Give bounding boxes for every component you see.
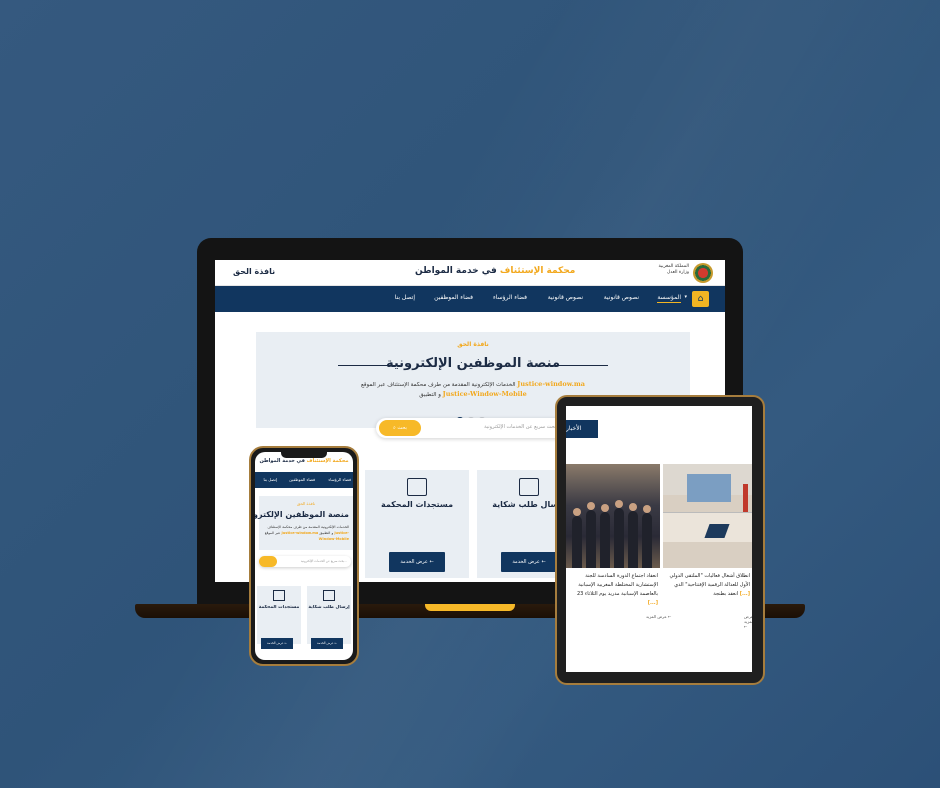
site-title-highlight: محكمة الإستئناف — [499, 266, 576, 276]
phone-nav: فضاء الرؤساء فضاء الموظفين إتصل بنا — [255, 472, 353, 488]
nav-item-institution[interactable]: المؤسسة — [657, 294, 681, 303]
news-section-tag: الأخبار — [566, 420, 598, 438]
phone-hero-title: منصة الموظفين الإلكترونية — [255, 510, 349, 519]
tablet-camera — [638, 398, 668, 413]
phone-card-complaint: إرسال طلب شكاية عرض الخدمة ← — [307, 586, 351, 649]
news-photo-conference[interactable] — [663, 464, 752, 568]
phone-title-highlight: محكمة الإستئناف — [306, 458, 349, 464]
hero-desc-and: و التطبيق — [419, 392, 441, 398]
hero-desc-text: الخدمات الإلكترونية المقدمة من طرف محكمة… — [361, 382, 516, 388]
phone-desc-and: و التطبيق — [319, 531, 334, 535]
title-rule-right — [546, 365, 608, 366]
news-text-0: انعقاد اجتماع الدورة السادسة للجنة الإست… — [576, 573, 658, 597]
news-item-text[interactable]: انعقاد اجتماع الدورة السادسة للجنة الإست… — [568, 572, 658, 608]
nav-item-presidents-space[interactable]: فضاء الرؤساء — [493, 294, 527, 301]
news-item-text[interactable]: انطلاق أشغال فعاليات "الملتقى الدولي الأ… — [666, 572, 750, 599]
monitor-icon — [273, 590, 285, 601]
phone-hero: نافذة الحق منصة الموظفين الإلكترونية الخ… — [255, 496, 353, 550]
phone-view-service-button[interactable]: عرض الخدمة ← — [261, 638, 293, 649]
laptop-notch — [425, 604, 515, 611]
phone-search-bar: بحث سريع عن الخدمات الإلكترونية... — [259, 556, 351, 567]
search-button[interactable]: ⌕ بحث — [379, 420, 421, 436]
news-photo-group[interactable] — [566, 464, 660, 568]
home-icon[interactable]: ⌂ — [692, 291, 709, 307]
phone-search-button[interactable] — [259, 556, 277, 567]
search-button-label: بحث — [397, 425, 407, 431]
emblem-text: المملكة المغربية وزارة العدل — [658, 264, 689, 275]
hero-site-link[interactable]: Justice-window.ma — [517, 380, 585, 388]
document-icon — [323, 590, 335, 601]
royal-emblem-icon — [693, 263, 713, 283]
phone-screen: محكمة الإستئناف في خدمة المواطن فضاء الر… — [255, 452, 353, 660]
search-input[interactable]: بحث سريع عن الخدمات الإلكترونية... — [484, 424, 561, 430]
phone-nav-item[interactable]: إتصل بنا — [263, 477, 277, 482]
phone-card-title: مستجدات المحكمة — [258, 605, 300, 610]
read-more-link[interactable]: عرض المزيد ← — [646, 614, 671, 619]
phone-site-title: محكمة الإستئناف في خدمة المواطن — [255, 458, 353, 470]
nav-item-legal-texts[interactable]: نصوص قانونية — [604, 294, 639, 301]
phone-search-input[interactable]: بحث سريع عن الخدمات الإلكترونية... — [301, 559, 347, 563]
hero-title: منصة الموظفين الإلكترونية — [385, 356, 561, 371]
phone-site-link[interactable]: Justice-window.ma — [281, 531, 318, 535]
site-title: محكمة الإستئناف في خدمة المواطن — [415, 266, 575, 276]
phone-view-service-button[interactable]: عرض الخدمة ← — [311, 638, 343, 649]
nav-item-legal-texts-2[interactable]: نصوص قانونية — [548, 294, 583, 301]
site-title-rest: في خدمة المواطن — [415, 266, 500, 276]
news-text-1: انطلاق أشغال فعاليات "الملتقى الدولي الأ… — [669, 573, 750, 597]
phone-nav-item[interactable]: فضاء الموظفين — [289, 477, 315, 482]
view-service-button[interactable]: عرض الخدمة ← — [501, 552, 557, 572]
main-nav: ⌂ المؤسسة ▾ نصوص قانونية نصوص قانونية فض… — [215, 286, 725, 312]
nav-item-contact[interactable]: إتصل بنا — [395, 294, 415, 301]
tablet-screen: الأخبار انعقاد اجتماع الدورة السادسة للج… — [566, 406, 752, 672]
document-icon — [519, 478, 539, 496]
phone-notch — [281, 451, 327, 458]
view-service-button[interactable]: عرض الخدمة ← — [389, 552, 445, 572]
monitor-icon — [407, 478, 427, 496]
phone-title-rest: في خدمة المواطن — [259, 458, 307, 464]
search-bar: ⌕ بحث بحث سريع عن الخدمات الإلكترونية... — [376, 418, 571, 438]
hero-kicker: نافذة الحق — [457, 341, 489, 348]
read-more-link[interactable]: عرض المزيد ← — [744, 614, 752, 629]
phone-hero-kicker: نافذة الحق — [297, 501, 315, 506]
news-more-link-0[interactable]: [...] — [648, 600, 658, 606]
phone-card-title: إرسال طلب شكاية — [308, 605, 350, 610]
hero-app-link[interactable]: Justice-Window-Mobile — [443, 390, 527, 398]
site-header: نافذة الحق محكمة الإستئناف في خدمة الموا… — [215, 260, 725, 286]
news-more-link-1[interactable]: [...] — [740, 591, 750, 597]
card-title: مستجدات المحكمة — [380, 500, 454, 509]
phone-card-news: مستجدات المحكمة عرض الخدمة ← — [257, 586, 301, 649]
phone-nav-item[interactable]: فضاء الرؤساء — [328, 477, 351, 482]
phone-hero-desc: الخدمات الإلكترونية المقدمة من طرف محكمة… — [263, 524, 349, 542]
service-card-news: مستجدات المحكمة عرض الخدمة ← — [365, 470, 469, 578]
brand-left[interactable]: نافذة الحق — [233, 267, 275, 276]
chevron-down-icon: ▾ — [684, 294, 687, 300]
nav-item-employees-space[interactable]: فضاء الموظفين — [434, 294, 473, 301]
